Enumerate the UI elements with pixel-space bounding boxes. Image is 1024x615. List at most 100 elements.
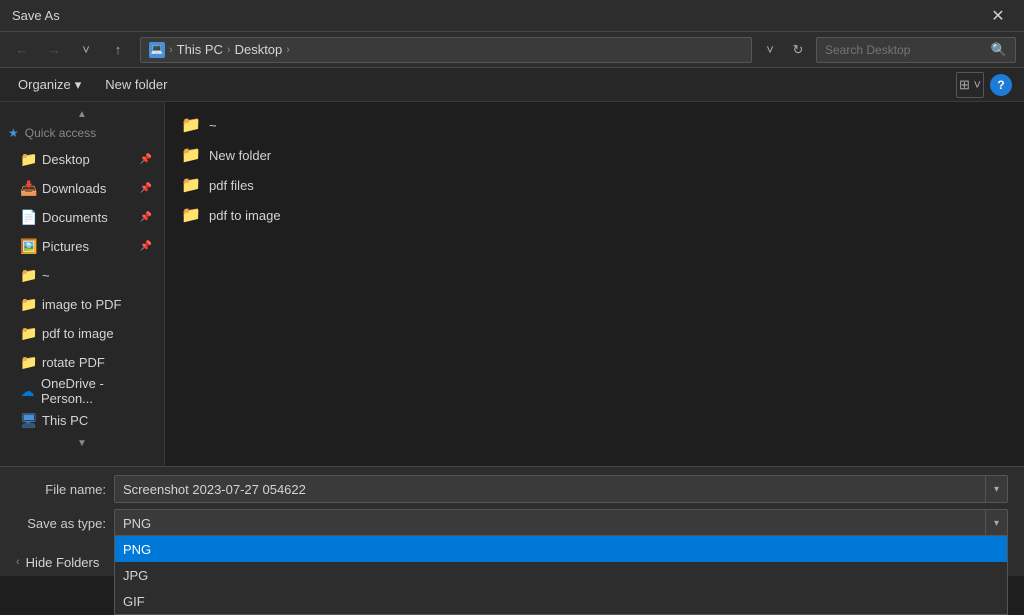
folder-icon-pdffiles: 📁: [181, 175, 201, 195]
filename-dropdown-arrow[interactable]: ▾: [985, 476, 1007, 502]
close-button[interactable]: ✕: [984, 2, 1012, 30]
forward-button[interactable]: →: [40, 37, 68, 63]
pin-icon-pictures: 📌: [140, 241, 152, 252]
organize-button[interactable]: Organize ▾: [12, 74, 87, 96]
sidebar-item-pdf-to-image[interactable]: 📁 pdf to image: [4, 319, 160, 347]
sidebar-item-tilde[interactable]: 📁 ~: [4, 261, 160, 289]
dropdown-button[interactable]: ˅: [72, 37, 100, 63]
folder-img2pdf-icon: 📁: [20, 296, 36, 313]
savetype-label: Save as type:: [16, 516, 106, 531]
action-bar-right: ⊞ ˅ ?: [956, 72, 1012, 98]
pin-icon: 📌: [140, 154, 152, 165]
sidebar-item-rotate-pdf[interactable]: 📁 rotate PDF: [4, 348, 160, 376]
folder-rotatepdf-icon: 📁: [20, 354, 36, 371]
breadcrumb-sep2: ›: [227, 44, 231, 56]
sidebar-item-documents-label: Documents: [42, 210, 108, 225]
file-item-pdftoimage-label: pdf to image: [209, 208, 281, 223]
view-button[interactable]: ⊞ ˅: [956, 72, 984, 98]
file-item-tilde[interactable]: 📁 ~: [173, 110, 1016, 140]
breadcrumb-sep3: ›: [286, 44, 290, 56]
onedrive-icon: ☁: [20, 383, 35, 400]
folder-icon-newfolder: 📁: [181, 145, 201, 165]
folder-pdf2img-icon: 📁: [20, 325, 36, 342]
toolbar: ← → ˅ ↑ 💻 › This PC › Desktop › ˅ ↻ 🔍: [0, 32, 1024, 68]
folder-tilde-icon: 📁: [20, 267, 36, 284]
sidebar-item-pdf-to-image-label: pdf to image: [42, 326, 114, 341]
filename-label: File name:: [16, 482, 106, 497]
sidebar-item-desktop-label: Desktop: [42, 152, 90, 167]
search-input[interactable]: [825, 43, 985, 57]
savetype-selected-value: PNG: [115, 510, 985, 536]
back-button[interactable]: ←: [8, 37, 36, 63]
file-item-newfolder-label: New folder: [209, 148, 271, 163]
quick-access-header: ★ Quick access: [0, 122, 164, 144]
sidebar-item-downloads-label: Downloads: [42, 181, 106, 196]
sidebar-scroll-up[interactable]: ▲: [0, 106, 164, 122]
savetype-dropdown-arrow[interactable]: ▾: [985, 510, 1007, 536]
search-icon: 🔍: [991, 42, 1007, 58]
sidebar-item-thispc[interactable]: 🖥 This PC: [4, 406, 160, 434]
pin-icon-downloads: 📌: [140, 183, 152, 194]
sidebar-item-downloads[interactable]: 📥 Downloads 📌: [4, 174, 160, 202]
sidebar-item-desktop[interactable]: 📁 Desktop 📌: [4, 145, 160, 173]
folder-blue-icon: 📁: [20, 151, 36, 168]
refresh-button[interactable]: ↻: [784, 37, 812, 63]
folder-download-icon: 📥: [20, 180, 36, 197]
file-item-pdffiles[interactable]: 📁 pdf files: [173, 170, 1016, 200]
breadcrumb-sep1: ›: [169, 44, 173, 56]
sidebar-item-onedrive[interactable]: ☁ OneDrive - Person...: [4, 377, 160, 405]
breadcrumb-thispc[interactable]: This PC: [177, 42, 223, 57]
filename-input-wrapper[interactable]: ▾: [114, 475, 1008, 503]
savetype-row: Save as type: PNG ▾ PNG JPG GIF: [16, 509, 1008, 537]
savetype-dropdown-menu: PNG JPG GIF: [114, 535, 1008, 615]
sidebar-item-documents[interactable]: 📄 Documents 📌: [4, 203, 160, 231]
savetype-option-jpg[interactable]: JPG: [115, 562, 1007, 588]
filename-input[interactable]: [115, 476, 985, 502]
folder-icon-tilde: 📁: [181, 115, 201, 135]
folder-docs-icon: 📄: [20, 209, 36, 226]
hide-folders-row[interactable]: ‹ Hide Folders: [16, 551, 99, 570]
breadcrumb-bar[interactable]: 💻 › This PC › Desktop ›: [140, 37, 752, 63]
sidebar-item-image-to-pdf[interactable]: 📁 image to PDF: [4, 290, 160, 318]
sidebar-item-rotate-pdf-label: rotate PDF: [42, 355, 105, 370]
savetype-option-gif[interactable]: GIF: [115, 588, 1007, 614]
savetype-option-png[interactable]: PNG: [115, 536, 1007, 562]
sidebar-scroll-down[interactable]: ▼: [0, 435, 164, 451]
action-bar: Organize ▾ New folder ⊞ ˅ ?: [0, 68, 1024, 102]
breadcrumb-desktop[interactable]: Desktop: [235, 42, 283, 57]
star-icon: ★: [8, 126, 19, 140]
savetype-dropdown-selected[interactable]: PNG ▾: [114, 509, 1008, 537]
file-item-tilde-label: ~: [209, 118, 217, 133]
search-bar[interactable]: 🔍: [816, 37, 1016, 63]
hide-folders-label: Hide Folders: [26, 555, 100, 570]
sidebar-item-image-to-pdf-label: image to PDF: [42, 297, 121, 312]
file-item-newfolder[interactable]: 📁 New folder: [173, 140, 1016, 170]
sidebar-item-onedrive-label: OneDrive - Person...: [41, 376, 152, 406]
sidebar-item-tilde-label: ~: [42, 268, 50, 283]
new-folder-label: New folder: [105, 77, 167, 92]
help-button[interactable]: ?: [990, 74, 1012, 96]
breadcrumb-dropdown[interactable]: ˅: [760, 37, 780, 63]
filename-row: File name: ▾: [16, 475, 1008, 503]
organize-chevron-icon: ▾: [75, 77, 82, 93]
pin-icon-documents: 📌: [140, 212, 152, 223]
file-item-pdffiles-label: pdf files: [209, 178, 254, 193]
new-folder-button[interactable]: New folder: [99, 74, 173, 95]
sidebar-item-thispc-label: This PC: [42, 413, 88, 428]
savetype-dropdown-wrapper[interactable]: PNG ▾ PNG JPG GIF: [114, 509, 1008, 537]
folder-pics-icon: 🖼️: [20, 238, 36, 255]
up-button[interactable]: ↑: [104, 37, 132, 63]
folder-icon-pdftoimage: 📁: [181, 205, 201, 225]
title-bar-left: Save As: [12, 8, 60, 23]
sidebar: ▲ ★ Quick access 📁 Desktop 📌 📥 Downloads…: [0, 102, 165, 466]
view-icon: ⊞ ˅: [959, 77, 981, 93]
file-item-pdftoimage[interactable]: 📁 pdf to image: [173, 200, 1016, 230]
chevron-left-icon: ‹: [16, 556, 20, 568]
save-area: File name: ▾ Save as type: PNG ▾ PNG JPG…: [0, 466, 1024, 576]
sidebar-item-pictures[interactable]: 🖼️ Pictures 📌: [4, 232, 160, 260]
organize-label: Organize: [18, 77, 71, 92]
file-list[interactable]: 📁 ~ 📁 New folder 📁 pdf files 📁 pdf to im…: [165, 102, 1024, 466]
title-bar: Save As ✕: [0, 0, 1024, 32]
pc-icon: 💻: [149, 42, 165, 58]
title-bar-title: Save As: [12, 8, 60, 23]
